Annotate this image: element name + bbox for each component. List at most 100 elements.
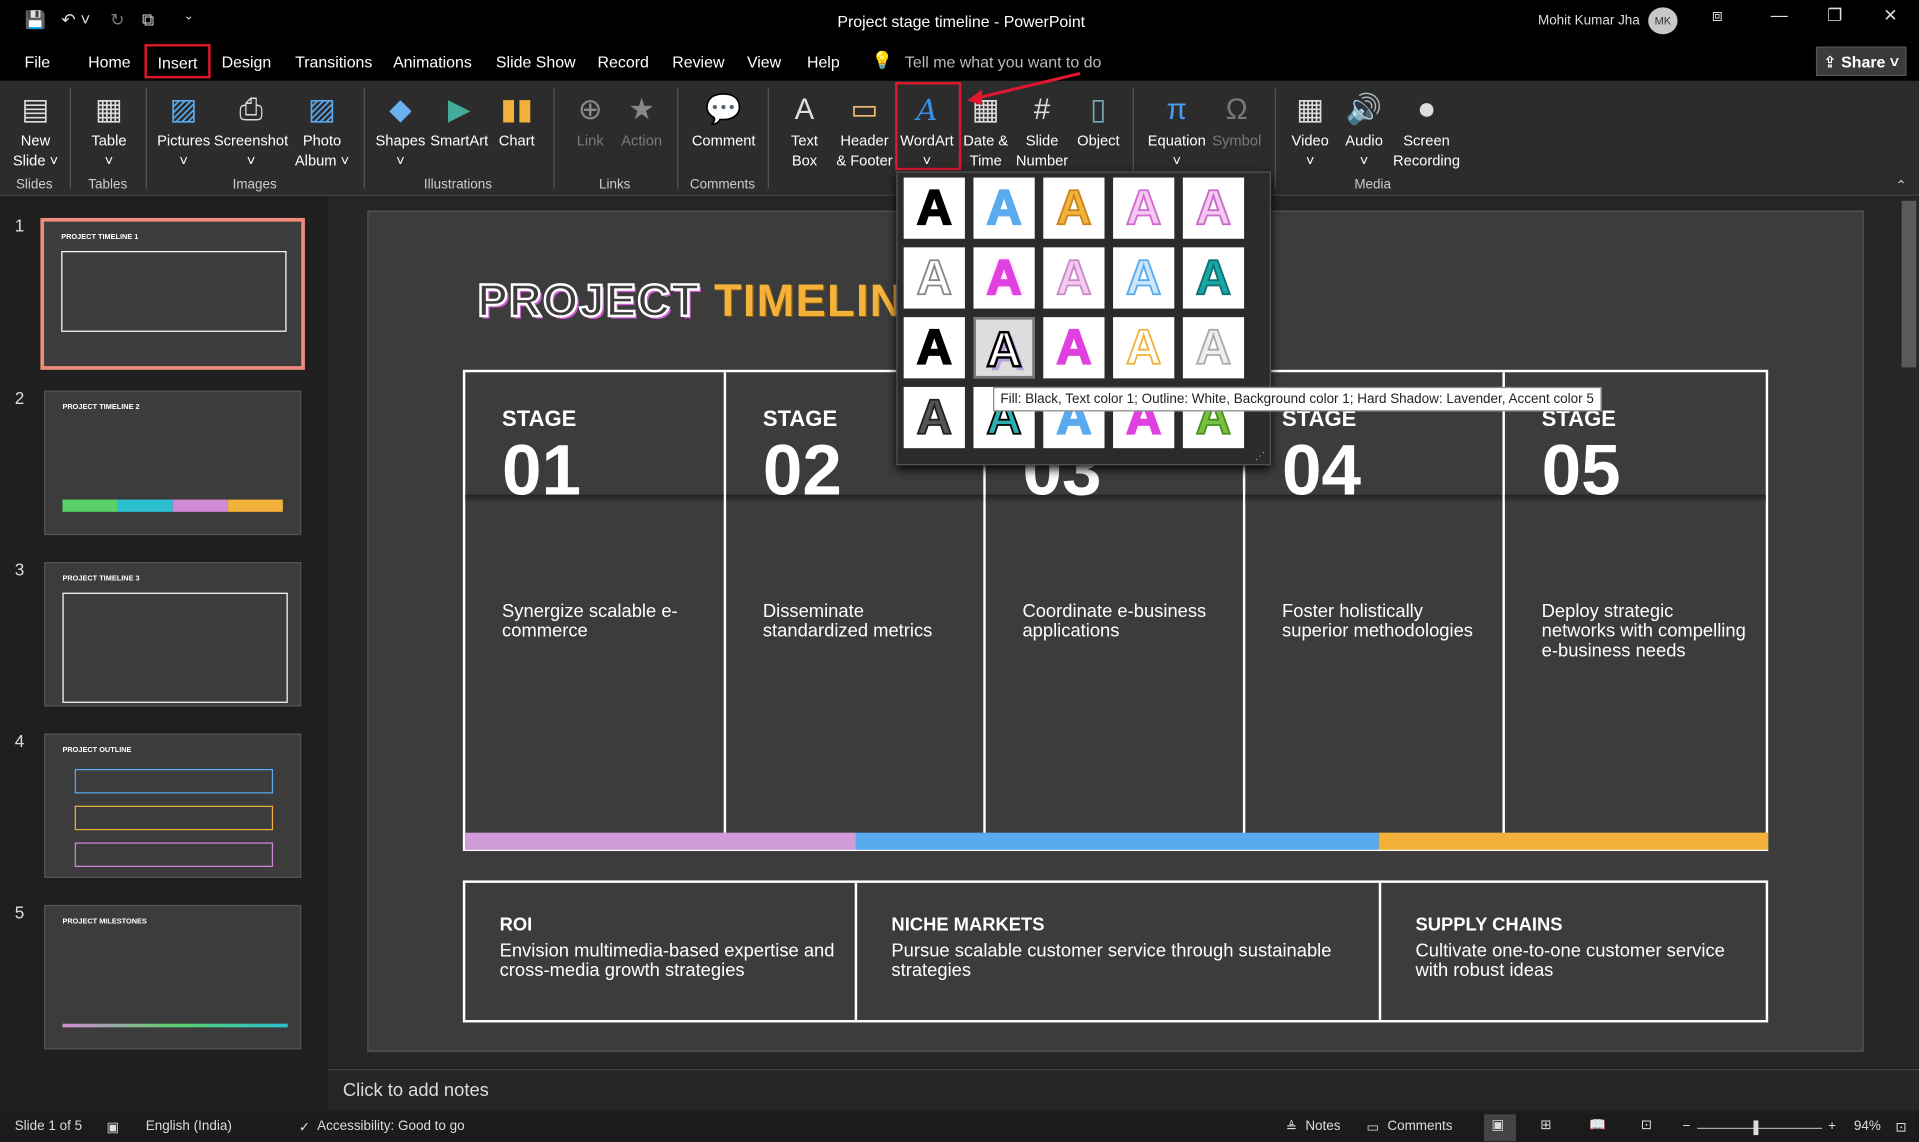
stage-column[interactable]: STAGE 01 Synergize scalable e-commerce bbox=[465, 372, 727, 838]
screen-recording-icon: ⏺ bbox=[1419, 93, 1434, 127]
slideshow-icon[interactable]: ⊡ bbox=[1641, 1117, 1652, 1133]
close-icon[interactable]: ✕ bbox=[1883, 5, 1897, 26]
user-name[interactable]: Mohit Kumar Jha bbox=[1538, 13, 1640, 28]
pictures-button[interactable]: ▨ Pictures ˅ bbox=[156, 86, 212, 174]
wordart-style-10[interactable]: A bbox=[1182, 247, 1245, 309]
wordart-style-13[interactable]: A bbox=[1043, 317, 1105, 379]
table-button[interactable]: ▦ Table ˅ bbox=[81, 86, 137, 174]
notes-button[interactable]: Notes bbox=[1305, 1119, 1340, 1134]
slide-title[interactable]: PROJECT TIMELINE bbox=[476, 274, 936, 327]
smartart-button[interactable]: ▶ SmartArt bbox=[427, 86, 491, 174]
pictures-icon: ▨ bbox=[169, 93, 198, 127]
wordart-style-8[interactable]: A bbox=[1043, 247, 1105, 309]
stage-column[interactable]: STAGE 05 Deploy strategic networks with co… bbox=[1504, 372, 1766, 837]
zoom-out-button[interactable]: − bbox=[1682, 1119, 1690, 1134]
equation-button[interactable]: π Equation ˅ bbox=[1144, 86, 1210, 174]
scrollbar-thumb[interactable] bbox=[1901, 200, 1917, 368]
zoom-level[interactable]: 94% bbox=[1854, 1119, 1881, 1134]
slide-thumbnail-4[interactable]: PROJECT OUTLINE bbox=[44, 733, 302, 878]
tab-home[interactable]: Home bbox=[88, 53, 130, 71]
tab-slide-show[interactable]: Slide Show bbox=[496, 53, 576, 71]
wordart-style-3[interactable]: A bbox=[1043, 177, 1105, 239]
wordart-style-4[interactable]: A bbox=[1113, 177, 1175, 239]
shapes-button[interactable]: ◆ Shapes ˅ bbox=[373, 86, 427, 174]
photo-button[interactable]: ▨ Photo Album ˅ bbox=[295, 86, 349, 174]
tab-transitions[interactable]: Transitions bbox=[295, 53, 372, 71]
wordart-style-6[interactable]: A bbox=[903, 247, 965, 309]
save-icon[interactable]: 💾 bbox=[24, 10, 45, 31]
wordart-style-1[interactable]: A bbox=[903, 177, 965, 239]
wordart-style-14[interactable]: A bbox=[1113, 317, 1175, 379]
slide-thumbnail-1[interactable]: PROJECT TIMELINE 1 bbox=[40, 217, 305, 370]
video-button[interactable]: ▦ Video ˅ bbox=[1286, 86, 1335, 174]
undo-icon[interactable]: ↶ ˅ bbox=[61, 10, 90, 31]
minimize-icon[interactable]: — bbox=[1771, 5, 1788, 25]
symbol-button: Ω Symbol bbox=[1207, 86, 1266, 174]
wordart-style-5[interactable]: A bbox=[1182, 177, 1245, 239]
slide-thumbnail-2[interactable]: PROJECT TIMELINE 2 bbox=[44, 390, 302, 536]
vertical-scrollbar[interactable] bbox=[1897, 195, 1919, 1068]
tab-record[interactable]: Record bbox=[598, 53, 649, 71]
group-links: Links bbox=[598, 177, 631, 193]
restore-icon[interactable]: ❐ bbox=[1827, 5, 1842, 26]
wordart-style-15[interactable]: A bbox=[1182, 317, 1245, 379]
normal-view-icon: ▣ bbox=[1491, 1117, 1505, 1133]
thumbnail-milestone-line bbox=[62, 1023, 288, 1028]
screen-button[interactable]: ⏺ Screen Recording bbox=[1387, 86, 1465, 174]
tab-review[interactable]: Review bbox=[672, 53, 724, 71]
stage-label: STAGE bbox=[502, 406, 577, 432]
spelling-icon[interactable]: ▣ bbox=[107, 1119, 120, 1135]
button-label-line2: Album ˅ bbox=[294, 151, 350, 169]
button-label: Chart bbox=[498, 132, 535, 150]
zoom-slider[interactable] bbox=[1697, 1127, 1823, 1129]
accessibility-icon: ✓ bbox=[298, 1120, 311, 1136]
slide-thumbnail-3[interactable]: PROJECT TIMELINE 3 bbox=[44, 562, 302, 707]
avatar[interactable]: MK bbox=[1648, 7, 1678, 35]
wordart-style-11[interactable]: A bbox=[903, 317, 965, 379]
group-images: Images bbox=[232, 177, 277, 193]
bottom-cell[interactable]: ROI Envision multimedia-based expertise a… bbox=[465, 882, 858, 1021]
wordart-style-9[interactable]: A bbox=[1113, 247, 1175, 309]
wordart-style-16[interactable]: A bbox=[903, 386, 965, 449]
bottom-heading: ROI bbox=[499, 914, 533, 936]
slide-sorter-icon[interactable]: ⊞ bbox=[1540, 1117, 1551, 1133]
bottom-cell[interactable]: SUPPLY CHAINS Cultivate one-to-one custom… bbox=[1381, 883, 1765, 1020]
bottom-heading: SUPPLY CHAINS bbox=[1415, 914, 1563, 936]
screenshot-button[interactable]: ⎙ Screenshot ˅ bbox=[213, 86, 289, 174]
language-indicator[interactable]: English (India) bbox=[146, 1119, 232, 1134]
customize-toolbar-icon[interactable]: ⌄ bbox=[184, 10, 194, 23]
action-button: ★ Action bbox=[616, 86, 667, 174]
wordart-style-2[interactable]: A bbox=[973, 177, 1035, 239]
reading-view-icon[interactable]: 📖 bbox=[1589, 1117, 1606, 1133]
slide-counter: Slide 1 of 5 bbox=[14, 1119, 83, 1134]
new-button[interactable]: ▤ New Slide ˅ bbox=[6, 86, 65, 174]
share-button[interactable]: ⇪ Share ˅ bbox=[1815, 46, 1907, 76]
stage-column[interactable]: STAGE 04 Foster holistically superior meth… bbox=[1245, 372, 1505, 838]
bottom-cell[interactable]: NICHE MARKETS Pursue scalable customer se… bbox=[857, 882, 1382, 1021]
notes-pane[interactable]: Click to add notes bbox=[328, 1068, 1919, 1111]
chart-button[interactable]: ▮▮ Chart bbox=[496, 86, 538, 174]
fit-slide-icon[interactable]: ⊡ bbox=[1896, 1119, 1907, 1135]
wordart-style-7[interactable]: A bbox=[973, 247, 1035, 309]
accessibility-status[interactable]: Accessibility: Good to go bbox=[317, 1119, 464, 1134]
presenter-icon[interactable]: ⧉ bbox=[142, 10, 154, 31]
stage-text: Foster holistically superior methodologi… bbox=[1282, 601, 1473, 642]
tab-design[interactable]: Design bbox=[222, 53, 272, 71]
resize-grip-icon[interactable]: ⋰ bbox=[1255, 451, 1265, 462]
ribbon-display-icon[interactable]: ⧈ bbox=[1712, 5, 1723, 26]
zoom-in-button[interactable]: + bbox=[1828, 1119, 1836, 1134]
tab-animations[interactable]: Animations bbox=[393, 53, 472, 71]
tab-file[interactable]: File bbox=[24, 53, 50, 71]
tab-insert[interactable]: Insert bbox=[144, 44, 211, 79]
comments-button[interactable]: Comments bbox=[1387, 1119, 1452, 1134]
link-button: ⊕ Link bbox=[572, 86, 609, 174]
wordart-style-12[interactable]: A bbox=[973, 317, 1035, 378]
button-label: Screenshot bbox=[213, 132, 289, 150]
zoom-slider-handle[interactable] bbox=[1753, 1120, 1759, 1136]
audio-icon: 🔊 bbox=[1345, 93, 1383, 127]
redo-icon[interactable]: ↻ bbox=[110, 10, 124, 31]
slide-thumbnail-5[interactable]: PROJECT MILESTONES bbox=[44, 904, 302, 1050]
status-bar: Slide 1 of 5 ▣ English (India) ✓ Accessi… bbox=[0, 1113, 1919, 1142]
collapse-ribbon-icon[interactable]: ⌃ bbox=[1896, 178, 1907, 194]
slide-number: 4 bbox=[14, 731, 25, 751]
